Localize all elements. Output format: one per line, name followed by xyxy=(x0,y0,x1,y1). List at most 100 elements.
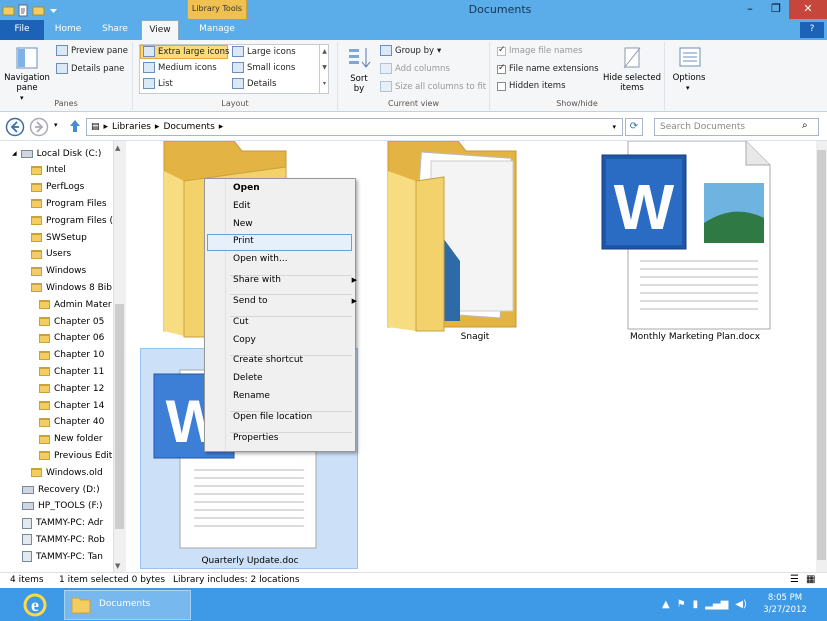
tab-manage[interactable]: Manage xyxy=(190,20,244,40)
nav-item[interactable]: Chapter 12 xyxy=(39,380,104,397)
nav-item[interactable]: Windows.old xyxy=(31,464,103,481)
network-icon[interactable]: ▂▄▆ xyxy=(705,599,728,610)
close-button[interactable]: ✕ xyxy=(789,0,827,19)
details-pane-button[interactable]: Details pane xyxy=(56,63,124,74)
nav-item[interactable]: Previous Edit xyxy=(39,447,112,464)
nav-item[interactable]: TAMMY-PC: Rob xyxy=(22,531,105,548)
nav-item[interactable]: New folder xyxy=(39,431,103,448)
nav-scrollbar-thumb[interactable] xyxy=(115,304,124,529)
file-name-extensions-checkbox[interactable]: File name extensions xyxy=(497,63,599,74)
tab-share[interactable]: Share xyxy=(94,20,136,40)
internet-explorer-icon[interactable]: e xyxy=(20,590,50,620)
search-input[interactable]: Search Documents xyxy=(654,118,819,136)
nav-item[interactable]: Program Files ( xyxy=(31,212,113,229)
file-label[interactable]: Snagit xyxy=(440,332,510,342)
nav-item[interactable]: Intel xyxy=(31,162,66,179)
taskbar-app-documents[interactable]: Documents xyxy=(64,590,191,620)
nav-item[interactable]: Chapter 11 xyxy=(39,363,104,380)
tab-home[interactable]: Home xyxy=(48,20,88,40)
maximize-button[interactable]: ❐ xyxy=(763,0,789,19)
list-button[interactable]: List xyxy=(143,78,173,89)
group-by-button[interactable]: Group by ▾ xyxy=(380,45,441,56)
flag-icon[interactable]: ⚑ xyxy=(677,599,686,610)
nav-item[interactable]: Admin Mater xyxy=(39,296,112,313)
menu-item-send-to[interactable]: Send to ▶ xyxy=(233,296,357,306)
new-folder-icon[interactable] xyxy=(32,4,45,17)
nav-item[interactable]: Chapter 40 xyxy=(39,414,104,431)
nav-item[interactable]: TAMMY-PC: Tan xyxy=(22,548,103,565)
navigation-pane-button[interactable]: Navigation pane xyxy=(2,73,52,93)
hide-selected-items-button[interactable]: Hide selected items xyxy=(603,73,661,93)
size-columns-button[interactable]: Size all columns to fit xyxy=(380,81,486,92)
recent-locations-icon[interactable]: ▾ xyxy=(54,121,58,129)
nav-item[interactable]: Chapter 14 xyxy=(39,397,104,414)
menu-item-copy[interactable]: Copy xyxy=(233,335,353,345)
nav-item[interactable]: Windows xyxy=(31,263,86,280)
menu-item-delete[interactable]: Delete xyxy=(233,373,353,383)
menu-item-rename[interactable]: Rename xyxy=(233,391,353,401)
forward-button[interactable] xyxy=(29,117,49,137)
qat-dropdown-icon[interactable] xyxy=(47,4,60,17)
sort-by-button[interactable]: Sort by xyxy=(344,74,374,94)
large-icons-button[interactable]: Large icons xyxy=(232,46,296,57)
menu-item-open[interactable]: Open xyxy=(233,183,353,193)
extra-large-icons-button[interactable]: Extra large icons xyxy=(143,46,229,57)
tab-view[interactable]: View xyxy=(141,20,179,40)
menu-item-properties[interactable]: Properties xyxy=(233,433,353,443)
hidden-items-checkbox[interactable]: Hidden items xyxy=(497,81,566,91)
nav-item[interactable]: Program Files xyxy=(31,195,107,212)
menu-item-cut[interactable]: Cut xyxy=(233,317,353,327)
minimize-button[interactable]: – xyxy=(737,0,763,19)
details-button[interactable]: Details xyxy=(232,78,276,89)
search-icon[interactable]: ⌕ xyxy=(802,120,808,131)
nav-item[interactable]: PerfLogs xyxy=(31,179,84,196)
clock[interactable]: 8:05 PM 3/27/2012 xyxy=(760,592,810,616)
back-button[interactable] xyxy=(5,117,25,137)
medium-icons-button[interactable]: Medium icons xyxy=(143,62,217,73)
up-arrow-icon[interactable] xyxy=(68,118,82,134)
menu-item-create-shortcut[interactable]: Create shortcut xyxy=(233,355,353,365)
details-view-icon[interactable]: ☰ xyxy=(790,574,799,585)
breadcrumb-documents[interactable]: Documents xyxy=(163,122,214,132)
nav-item[interactable]: Recovery (D:) xyxy=(22,481,100,498)
file-label[interactable]: Quarterly Update.doc xyxy=(175,556,325,566)
scroll-up-icon[interactable]: ▲ xyxy=(115,144,120,152)
large-icons-view-icon[interactable]: ▦ xyxy=(806,574,815,585)
menu-item-open-file-location[interactable]: Open file location xyxy=(233,412,353,422)
layout-gallery-scroll[interactable]: ▲ ▼ ▾ xyxy=(319,44,329,94)
nav-item[interactable]: Chapter 05 xyxy=(39,313,104,330)
add-columns-button[interactable]: Add columns xyxy=(380,63,450,74)
address-box[interactable]: ▤ ▸ Libraries ▸ Documents ▸ ▾ xyxy=(86,118,623,136)
power-icon[interactable]: ▮ xyxy=(693,599,699,610)
small-icons-button[interactable]: Small icons xyxy=(232,62,295,73)
address-dropdown-icon[interactable]: ▾ xyxy=(612,123,616,131)
breadcrumb-libraries[interactable]: Libraries xyxy=(112,122,151,132)
expand-icon[interactable]: ◢ xyxy=(12,146,17,162)
refresh-icon[interactable]: ⟳ xyxy=(625,118,643,136)
properties-icon[interactable] xyxy=(17,4,30,17)
scroll-down-icon[interactable]: ▼ xyxy=(115,562,120,570)
menu-item-open-with[interactable]: Open with... xyxy=(233,254,353,264)
menu-item-share-with[interactable]: Share with ▶ xyxy=(233,275,357,285)
menu-item-print[interactable]: Print xyxy=(233,236,353,246)
nav-item[interactable]: Chapter 10 xyxy=(39,347,104,364)
nav-item[interactable]: Chapter 06 xyxy=(39,330,104,347)
content-scrollbar-thumb[interactable] xyxy=(817,150,826,560)
image-file-names-checkbox[interactable]: Image file names xyxy=(497,45,583,56)
menu-item-edit[interactable]: Edit xyxy=(233,201,353,211)
nav-item[interactable]: Users xyxy=(31,246,71,263)
nav-item[interactable]: TAMMY-PC: Adr xyxy=(22,515,103,532)
help-button[interactable]: ? xyxy=(800,22,824,38)
show-hidden-icons-icon[interactable]: ▲ xyxy=(662,599,670,610)
volume-icon[interactable]: ◀) xyxy=(735,599,747,610)
nav-item[interactable]: SWSetup xyxy=(31,229,87,246)
options-button[interactable]: Options xyxy=(665,73,713,83)
nav-item[interactable]: Windows 8 Bib xyxy=(31,279,112,296)
nav-item[interactable]: ◢ Local Disk (C:) xyxy=(12,145,101,162)
file-label[interactable]: Monthly Marketing Plan.docx xyxy=(620,332,770,342)
nav-item[interactable]: HP_TOOLS (F:) xyxy=(22,498,102,515)
word-document-icon[interactable]: W xyxy=(600,141,772,331)
preview-pane-button[interactable]: Preview pane xyxy=(56,45,128,56)
tab-file[interactable]: File xyxy=(0,20,44,40)
menu-item-new[interactable]: New xyxy=(233,219,353,229)
